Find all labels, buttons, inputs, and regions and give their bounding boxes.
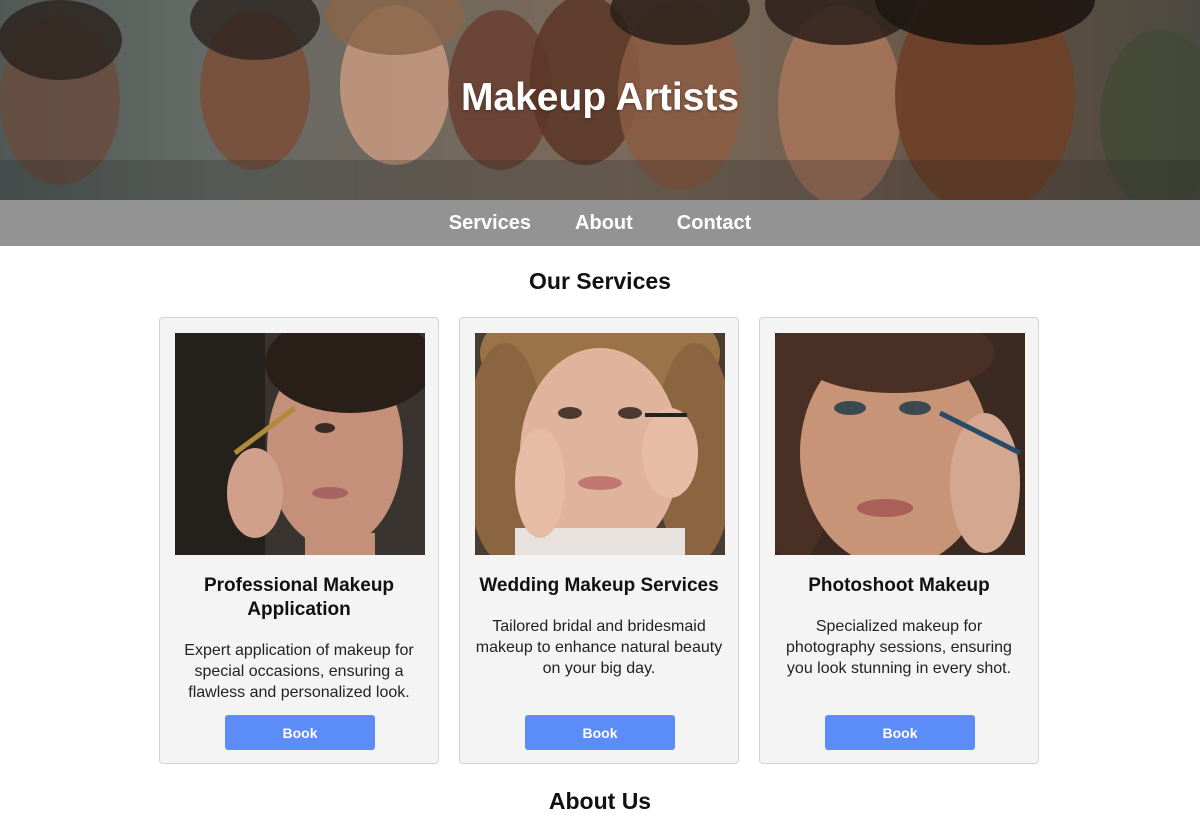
book-button[interactable]: Book bbox=[825, 715, 975, 750]
page-title: Makeup Artists bbox=[460, 76, 740, 119]
service-description: Expert application of makeup for special… bbox=[184, 642, 414, 701]
service-card: Photoshoot Makeup Specialized makeup for… bbox=[759, 317, 1039, 764]
services-heading: Our Services bbox=[529, 268, 671, 294]
service-image bbox=[775, 333, 1025, 555]
service-card: Professional Makeup Application Expert a… bbox=[159, 317, 439, 764]
service-image bbox=[475, 333, 725, 555]
service-image bbox=[175, 333, 425, 555]
book-button[interactable]: Book bbox=[525, 715, 675, 750]
hero-banner: Makeup Artists bbox=[0, 0, 1200, 200]
service-title: Wedding Makeup Services bbox=[479, 575, 719, 596]
nav-link-about[interactable]: About bbox=[575, 200, 633, 246]
service-title: Professional Makeup Application bbox=[203, 575, 395, 620]
nav-link-services[interactable]: Services bbox=[449, 200, 531, 246]
nav-link-contact[interactable]: Contact bbox=[677, 200, 751, 246]
services-card-list: Professional Makeup Application Expert a… bbox=[159, 317, 1039, 764]
service-description: Specialized makeup for photography sessi… bbox=[786, 618, 1012, 677]
service-title: Photoshoot Makeup bbox=[808, 575, 990, 596]
main-navigation: Services About Contact bbox=[0, 200, 1200, 246]
service-card: Wedding Makeup Services Tailored bridal … bbox=[459, 317, 739, 764]
about-heading: About Us bbox=[548, 788, 652, 814]
book-button[interactable]: Book bbox=[225, 715, 375, 750]
service-description: Tailored bridal and bridesmaid makeup to… bbox=[475, 618, 723, 677]
